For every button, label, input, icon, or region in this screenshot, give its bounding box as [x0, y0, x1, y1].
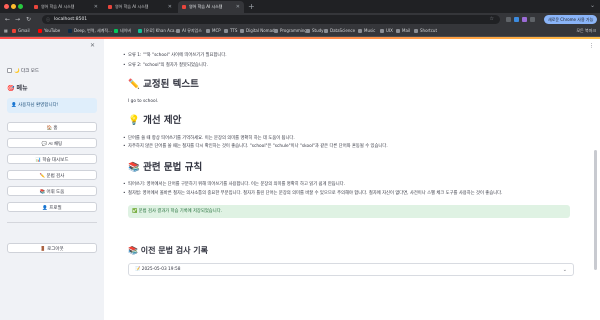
- bookmark-folder[interactable]: UIX: [380, 26, 393, 36]
- reload-icon[interactable]: ↻: [26, 15, 31, 24]
- welcome-info-box: 👤 사용자님 환영합니다!: [7, 98, 97, 113]
- main-content: ⋮ 오류 1: ""와 "school" 사이에 띄어쓰기가 필요합니다. 오류…: [104, 39, 600, 320]
- folder-icon: [306, 28, 310, 33]
- bookmark-folder[interactable]: Programming: [274, 26, 307, 36]
- folder-icon: [324, 28, 328, 33]
- youtube-icon: [38, 28, 42, 33]
- improvement-heading: 💡 개선 제안: [128, 115, 182, 126]
- folder-icon: [414, 28, 418, 33]
- main-menu-icon[interactable]: ⋮: [589, 43, 594, 49]
- kebab-menu-icon[interactable]: ⋮: [592, 15, 598, 24]
- bookmark-item[interactable]: YouTube: [38, 26, 60, 36]
- close-tab-icon[interactable]: ✕: [236, 1, 240, 13]
- chrome-update-button[interactable]: 새로운 Chrome 사용 가능: [544, 15, 598, 24]
- bookmark-folder[interactable]: Mail: [396, 26, 410, 36]
- menu-title: 🎯 메뉴: [7, 85, 28, 92]
- bookmark-folder[interactable]: DataScience: [324, 26, 355, 36]
- bookmark-folder[interactable]: TTS: [224, 26, 237, 36]
- extension-icon[interactable]: [506, 17, 511, 22]
- save-success-alert: ✅ 문법 검사 결과가 학습 기록에 저장되었습니다.: [128, 205, 570, 218]
- streamlit-favicon-icon: [108, 5, 112, 9]
- grammar-rules-heading: 📚 관련 문법 규칙: [128, 162, 203, 173]
- grammar-check-button[interactable]: ✏️ 문법 검사: [7, 170, 97, 180]
- naver-icon: [114, 28, 118, 33]
- deepl-icon: [68, 28, 72, 33]
- folder-icon: [224, 28, 228, 33]
- tab-search-icon[interactable]: ⌄: [590, 2, 595, 9]
- logout-button[interactable]: 🚪 로그아웃: [7, 243, 97, 253]
- error-list-item: 오류 1: ""와 "school" 사이에 띄어쓰기가 필요합니다.: [123, 53, 227, 59]
- bookmark-item[interactable]: 네이버: [114, 26, 131, 36]
- browser-tab-bar: 영어 학습 AI 시스템 ✕ 영어 학습 AI 시스템 ✕ 영어 학습 AI 시…: [0, 0, 600, 13]
- home-button[interactable]: 🏠 홈: [7, 122, 97, 132]
- bookmark-item[interactable]: Gmail: [12, 26, 30, 36]
- sidebar-divider: [7, 222, 97, 223]
- folder-icon: [176, 28, 180, 33]
- checkbox-box[interactable]: [7, 68, 12, 73]
- rule-list-item: 철자법: 영어에서 올바른 철자는 의사소통의 중요한 부분입니다. 철자가 틀…: [123, 191, 502, 197]
- corrected-text: I go to school.: [128, 99, 159, 104]
- bookmark-folder[interactable]: Shortcut: [414, 26, 437, 36]
- back-icon[interactable]: ←: [5, 15, 10, 24]
- streamlit-favicon-icon: [34, 5, 38, 9]
- vocabulary-button[interactable]: 📚 어휘 도움: [7, 186, 97, 196]
- puzzle-icon[interactable]: [530, 17, 535, 22]
- bookmark-folder[interactable]: Study: [306, 26, 324, 36]
- rule-list-item: 띄어쓰기: 영어에서는 단어를 구분하기 위해 띄어쓰기를 사용합니다. 이는 …: [123, 182, 345, 188]
- collapse-sidebar-icon[interactable]: ✕: [90, 42, 95, 49]
- dark-mode-checkbox[interactable]: 🌙 다크 모드: [7, 68, 39, 75]
- close-tab-icon[interactable]: ✕: [94, 1, 98, 13]
- forward-icon[interactable]: →: [15, 15, 20, 24]
- bookmark-folder[interactable]: Digital Nomad: [240, 26, 275, 36]
- browser-toolbar: ← → ↻ ⓘ localhost:8501 ☆ 새로운 Chrome 사용 가…: [0, 13, 600, 26]
- folder-icon: [240, 28, 244, 33]
- close-window-dot[interactable]: [4, 4, 9, 9]
- bookmark-folder[interactable]: AI 뮤지엄스: [176, 26, 202, 36]
- folder-icon: [396, 28, 400, 33]
- browser-tab-active[interactable]: 영어 학습 AI 시스템 ✕: [178, 1, 244, 13]
- bookmark-folder[interactable]: MCP: [206, 26, 221, 36]
- sidebar: ✕ 🌙 다크 모드 🎯 메뉴 👤 사용자님 환영합니다! 🏠 홈 💬 AI 채팅…: [0, 39, 104, 320]
- minimize-window-dot[interactable]: [11, 4, 16, 9]
- ai-chat-button[interactable]: 💬 AI 채팅: [7, 138, 97, 148]
- extension-icon[interactable]: [514, 17, 519, 22]
- bookmarks-bar: ▦ Gmail YouTube Deep, 번역, 세계적... 네이버 [유료…: [0, 26, 600, 37]
- folder-icon: [206, 28, 210, 33]
- gmail-icon: [12, 28, 16, 33]
- extension-icon[interactable]: [522, 17, 527, 22]
- history-item-label: 📝 2025-05-03 19:58: [135, 267, 181, 272]
- chevron-down-icon[interactable]: ⌄: [563, 264, 567, 276]
- new-tab-icon[interactable]: +: [248, 1, 255, 13]
- khan-academy-icon: [138, 28, 142, 33]
- main-scrollbar[interactable]: [594, 150, 597, 270]
- bookmark-item[interactable]: [유료] Khan Aca...: [138, 26, 178, 36]
- folder-icon: [274, 28, 278, 33]
- streamlit-favicon-icon: [182, 5, 186, 9]
- site-info-icon[interactable]: ⓘ: [46, 17, 50, 23]
- corrected-text-heading: ✏️ 교정된 텍스트: [128, 79, 199, 90]
- error-list-item: 오류 2: "school"의 철자가 잘못되었습니다.: [123, 63, 208, 69]
- bookmark-item[interactable]: Deep, 번역, 세계적...: [68, 26, 112, 36]
- close-tab-icon[interactable]: ✕: [168, 1, 172, 13]
- dashboard-button[interactable]: 📊 학습 대시보드: [7, 154, 97, 164]
- bookmark-folder[interactable]: Music: [358, 26, 375, 36]
- history-expander[interactable]: 📝 2025-05-03 19:58 ⌄: [128, 263, 574, 276]
- folder-icon: [358, 28, 362, 33]
- history-heading: 📚 이전 문법 검사 기록: [128, 246, 208, 255]
- address-bar[interactable]: ⓘ localhost:8501 ☆: [42, 15, 500, 24]
- profile-button[interactable]: 👤 프로필: [7, 202, 97, 212]
- folder-icon: [380, 28, 384, 33]
- url-text[interactable]: localhost:8501: [54, 15, 87, 24]
- browser-tab[interactable]: 영어 학습 AI 시스템 ✕: [30, 1, 102, 13]
- suggestion-list-item: 자주하지 않은 단어를 쓸 때는 철자를 다시 확인하는 것이 좋습니다. "s…: [123, 144, 388, 150]
- apps-grid-icon[interactable]: ▦: [4, 26, 8, 36]
- bookmark-star-icon[interactable]: ☆: [490, 15, 494, 24]
- maximize-window-dot[interactable]: [18, 4, 23, 9]
- all-bookmarks-folder[interactable]: 모든 북마크: [576, 26, 596, 36]
- browser-tab[interactable]: 영어 학습 AI 시스템 ✕: [104, 1, 176, 13]
- suggestion-list-item: 단어를 쓸 때 항상 띄어쓰기를 기억하세요. 이는 문장의 의미를 명확히 하…: [123, 136, 295, 142]
